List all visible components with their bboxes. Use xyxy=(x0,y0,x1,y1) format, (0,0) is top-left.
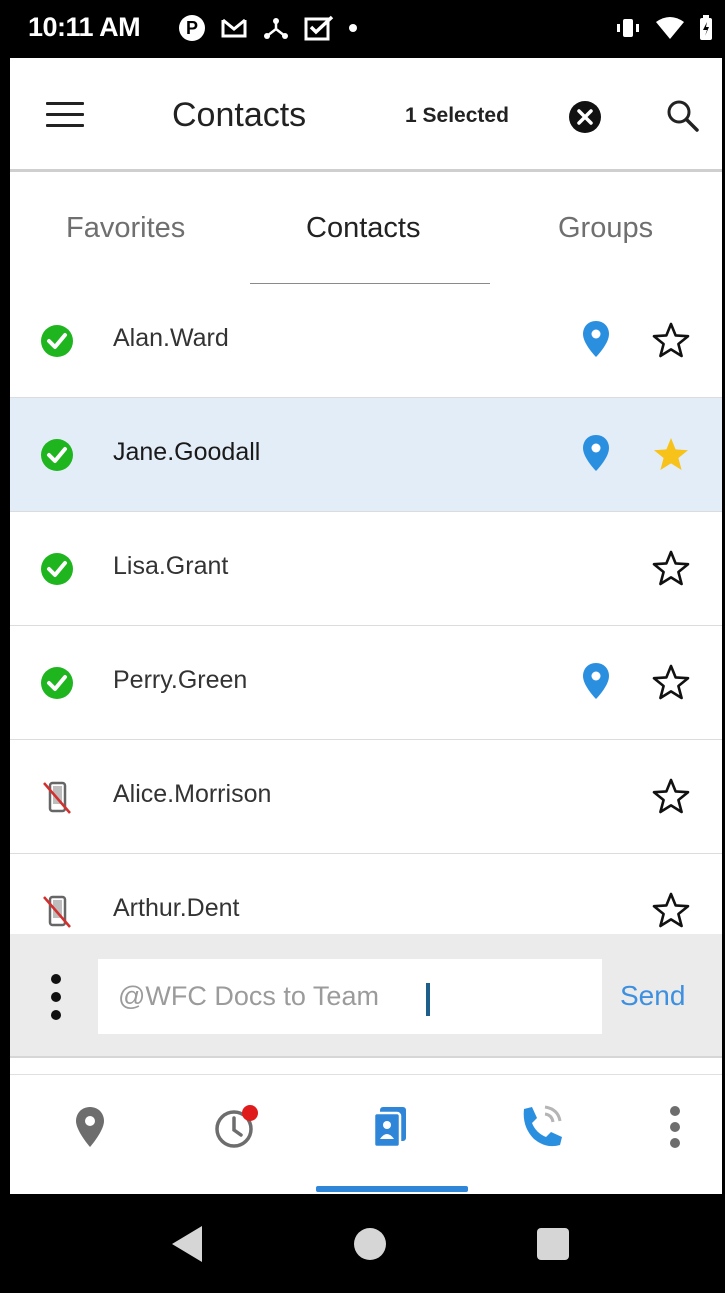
favorite-star-icon[interactable] xyxy=(652,436,690,474)
compose-more-icon[interactable] xyxy=(48,974,64,1026)
message-compose-bar: @WFC Docs to Team Send xyxy=(10,934,722,1058)
send-button[interactable]: Send xyxy=(620,980,685,1012)
status-bar: 10:11 AM P xyxy=(0,0,725,58)
svg-text:P: P xyxy=(186,18,198,38)
more-vertical-icon[interactable] xyxy=(660,1103,690,1151)
call-icon[interactable] xyxy=(516,1103,566,1151)
mail-icon xyxy=(221,18,247,38)
contact-list: Alan.Ward Jane.Goodall Lisa.Grant Perry.Gre… xyxy=(10,284,722,968)
available-status-icon xyxy=(41,325,73,357)
app-header: Contacts 1 Selected xyxy=(10,58,722,172)
contact-name: Perry.Green xyxy=(113,666,248,694)
contact-name: Arthur.Dent xyxy=(113,894,240,922)
vibrate-icon xyxy=(617,19,639,37)
checkbox-icon xyxy=(304,15,334,41)
available-status-icon xyxy=(41,439,73,471)
system-navigation-bar xyxy=(0,1194,725,1293)
contact-row[interactable]: Alice.Morrison xyxy=(10,740,722,854)
bottom-navigation xyxy=(10,1074,722,1194)
star-outline-icon[interactable] xyxy=(652,664,690,702)
battery-icon xyxy=(700,15,712,40)
location-pin-icon[interactable] xyxy=(582,320,610,358)
message-input[interactable]: @WFC Docs to Team xyxy=(98,959,602,1034)
location-pin-icon[interactable] xyxy=(582,434,610,472)
star-outline-icon[interactable] xyxy=(652,550,690,588)
dot-icon xyxy=(349,24,357,32)
contact-tabs: Favorites Contacts Groups xyxy=(10,172,722,286)
location-icon[interactable] xyxy=(68,1103,112,1151)
wifi-icon xyxy=(656,17,684,39)
tab-groups[interactable]: Groups xyxy=(558,212,653,245)
star-outline-icon[interactable] xyxy=(652,322,690,360)
history-badge xyxy=(242,1105,258,1121)
available-status-icon xyxy=(41,553,73,585)
contact-row[interactable]: Jane.Goodall xyxy=(10,398,722,512)
star-outline-icon[interactable] xyxy=(652,778,690,816)
location-pin-icon[interactable] xyxy=(582,662,610,700)
available-status-icon xyxy=(41,667,73,699)
contact-row[interactable]: Lisa.Grant xyxy=(10,512,722,626)
active-nav-indicator xyxy=(316,1186,468,1192)
back-icon[interactable] xyxy=(168,1224,204,1264)
contact-row[interactable]: Perry.Green xyxy=(10,626,722,740)
close-circle-icon[interactable] xyxy=(568,100,602,134)
network-icon xyxy=(264,18,288,39)
text-caret xyxy=(426,983,430,1016)
system-status-icons xyxy=(615,12,713,44)
star-outline-icon[interactable] xyxy=(652,892,690,930)
contact-name: Jane.Goodall xyxy=(113,438,261,466)
notification-icons: P xyxy=(178,12,358,44)
contacts-app: Contacts 1 Selected Favorites Contacts G… xyxy=(10,58,722,1194)
tab-favorites[interactable]: Favorites xyxy=(66,212,185,245)
home-button[interactable] xyxy=(354,1228,386,1260)
search-icon[interactable] xyxy=(665,98,701,134)
device-screen: 10:11 AM P Contacts 1 Selected Favorites… xyxy=(0,0,725,1293)
parking-icon: P xyxy=(179,15,205,41)
tab-contacts[interactable]: Contacts xyxy=(306,212,420,245)
recent-apps-button[interactable] xyxy=(537,1228,569,1260)
contact-name: Alan.Ward xyxy=(113,324,229,352)
page-title: Contacts xyxy=(172,96,307,134)
history-icon[interactable] xyxy=(210,1103,264,1151)
offline-device-icon xyxy=(43,895,71,928)
contacts-icon[interactable] xyxy=(370,1103,414,1151)
contact-row[interactable]: Alan.Ward xyxy=(10,284,722,398)
hamburger-icon[interactable] xyxy=(46,102,84,130)
contact-name: Alice.Morrison xyxy=(113,780,272,808)
selection-count: 1 Selected xyxy=(405,104,509,127)
status-time: 10:11 AM xyxy=(28,12,141,42)
offline-device-icon xyxy=(43,781,71,814)
contact-name: Lisa.Grant xyxy=(113,552,229,580)
